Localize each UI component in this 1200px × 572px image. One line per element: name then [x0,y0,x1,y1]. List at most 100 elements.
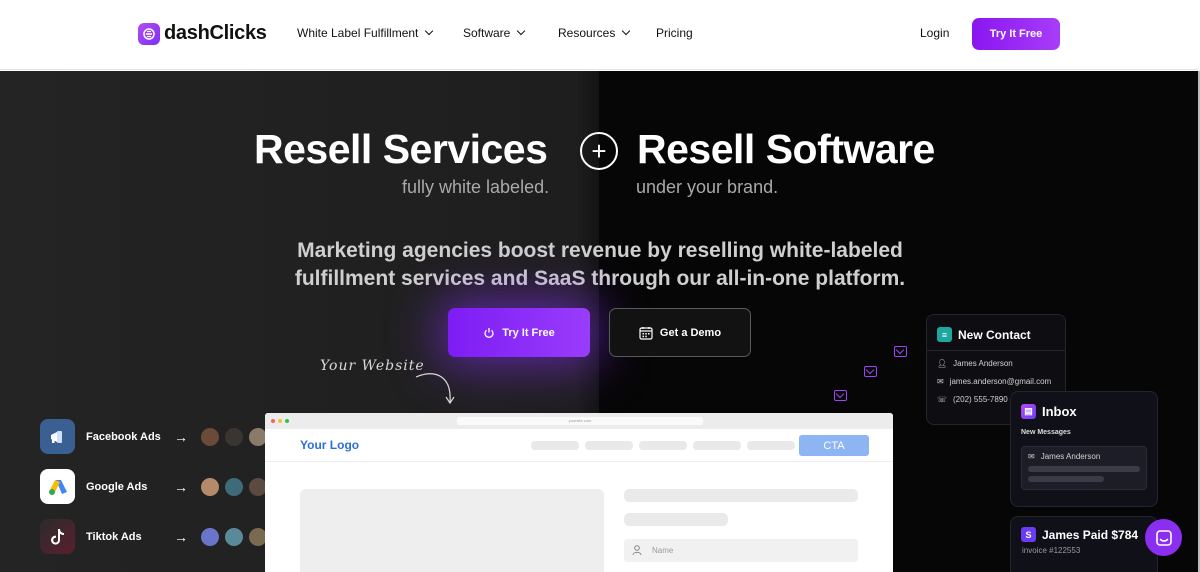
mail-icon [894,346,907,357]
mock-nav-placeholder [747,441,795,450]
your-website-note: Your Website [320,358,425,374]
service-label: Google Ads [86,480,148,493]
card-title: James Paid $784 [1042,527,1139,542]
mail-icon [864,366,877,377]
logo-wordmark: dashClicks [164,22,267,44]
browser-chrome: yoursite.com [265,413,893,429]
google-ads-icon [40,469,75,504]
avatar-group [200,426,272,447]
phone-icon: ☏ [937,395,948,404]
message-preview-placeholder [1028,466,1140,472]
avatar-group [200,476,272,497]
nav-software[interactable]: Software [463,26,526,40]
subheadline-right: under your brand. [636,177,779,197]
headline-resell-services: Resell Services [254,126,548,172]
inbox-message: ✉ James Anderson [1021,446,1147,490]
plus-icon: + [580,132,618,170]
service-label: Tiktok Ads [86,530,142,543]
contact-name: James Anderson [953,359,1013,368]
mock-nav-placeholder [639,441,687,450]
top-navbar: dashClicks White Label Fulfillment Softw… [0,0,1198,70]
contact-phone: (202) 555-7890 [953,395,1008,404]
mock-site-logo: Your Logo [300,438,360,452]
mock-nav-placeholder [531,441,579,450]
close-dot-icon [271,419,275,423]
arrow-right-icon: → [174,478,188,495]
mock-text-placeholder [624,489,858,502]
nav-white-label-fulfillment[interactable]: White Label Fulfillment [297,26,434,40]
card-header: S James Paid $784 [1011,517,1157,546]
tagline-line-1: Marketing agencies boost revenue by rese… [297,239,903,262]
user-icon [632,545,642,556]
nav-label: White Label Fulfillment [297,26,419,40]
calendar-icon [639,326,653,340]
payment-card: S James Paid $784 invoice #122553 [1010,516,1158,572]
stripe-s-icon: S [1021,527,1036,542]
avatar [224,476,244,497]
envelope-icon: ✉ [937,377,944,386]
mail-icon [834,390,847,401]
arrow-right-icon: → [174,528,188,545]
avatar [200,426,220,447]
megaphone-icon [40,419,75,454]
plus-glyph: + [591,136,607,166]
website-mockup: yoursite.com Your Logo CTA Name [265,413,893,572]
login-link[interactable]: Login [920,26,949,40]
button-label: Get a Demo [659,326,722,339]
tiktok-icon [40,519,75,554]
mock-site-header: Your Logo CTA [265,429,893,462]
contact-card-icon: ≡ [937,327,952,342]
mock-name-field: Name [624,539,858,562]
chat-support-button[interactable] [1145,519,1182,556]
arrow-right-icon: → [174,428,188,445]
service-facebook-ads[interactable]: Facebook Ads → [40,419,272,454]
contact-email: james.anderson@gmail.com [949,377,1052,386]
message-sender: James Anderson [1040,452,1101,461]
subheadline-left: fully white labeled. [402,177,550,197]
maximize-dot-icon [285,419,289,423]
dashclicks-logo[interactable]: dashClicks [138,22,267,45]
card-title: Inbox [1042,404,1077,419]
invoice-number: invoice #122553 [1022,546,1081,555]
contact-email-row: ✉ james.anderson@gmail.com [927,368,1065,386]
headline-resell-software: Resell Software [637,126,935,172]
avatar [224,526,244,547]
avatar [224,426,244,447]
chevron-down-icon [517,26,526,36]
card-header: ▤ Inbox [1011,392,1157,425]
minimize-dot-icon [278,419,282,423]
nav-label: Software [463,26,511,40]
dashclicks-logo-icon [138,22,160,45]
name-placeholder: Name [652,546,674,555]
mock-nav-placeholder [693,441,741,450]
avatar [200,526,220,547]
card-title: New Contact [958,327,1031,342]
nav-pricing[interactable]: Pricing [656,26,693,40]
inbox-card: ▤ Inbox New Messages ✉ James Anderson [1010,391,1158,507]
service-label: Facebook Ads [86,430,161,443]
avatar [200,476,220,497]
tagline-line-2: fulfillment services and SaaS through ou… [294,267,906,290]
chat-icon [1155,529,1172,546]
chevron-down-icon [622,26,631,36]
chevron-down-icon [425,26,434,36]
service-google-ads[interactable]: Google Ads → [40,469,272,504]
inbox-subtitle: New Messages [1021,429,1071,436]
envelope-icon: ✉ [1028,452,1035,461]
power-icon [484,327,494,338]
mock-text-placeholder [624,513,728,526]
mock-image-placeholder [300,489,604,572]
service-tiktok-ads[interactable]: Tiktok Ads → [40,519,272,554]
nav-resources[interactable]: Resources [558,26,631,40]
hero-tagline: Marketing agencies boost revenue by rese… [250,237,950,293]
hero-try-it-free-button[interactable]: Try It Free [448,308,590,357]
hero-get-a-demo-button[interactable]: Get a Demo [609,308,751,357]
nav-try-it-free-button[interactable]: Try It Free [972,18,1060,50]
inbox-icon: ▤ [1021,404,1036,419]
button-label: Try It Free [502,326,555,339]
person-icon: 👤︎ [937,359,948,368]
hero-section: Resell Services + Resell Software fully … [0,71,1198,572]
nav-label: Resources [558,26,616,40]
contact-name-row: 👤︎ James Anderson [927,351,1065,368]
mock-cta-button: CTA [799,435,869,456]
